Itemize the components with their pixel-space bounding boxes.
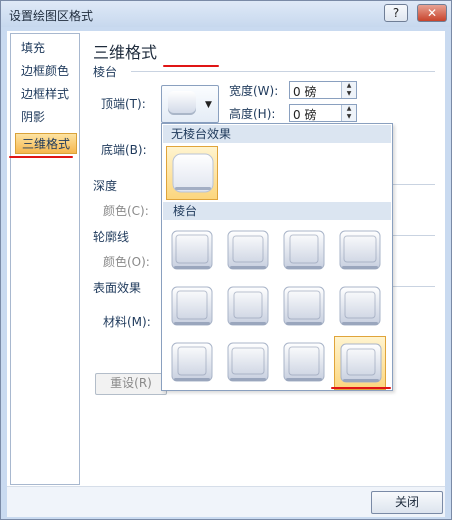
bevel-option-cross[interactable]	[278, 224, 330, 278]
bevel-option-circle[interactable]	[166, 224, 218, 278]
nav-item-fill[interactable]: 填充	[15, 38, 77, 59]
bevel-swatch-relaxed-inset-icon	[227, 230, 269, 270]
bevel-option-slope[interactable]	[334, 280, 386, 334]
nav-item-border-style[interactable]: 边框样式	[15, 84, 77, 105]
bevel-swatch-cool-slant-icon	[339, 230, 381, 270]
down-arrow-icon[interactable]: ▼	[342, 90, 356, 98]
contour-color-label: 颜色(O):	[103, 255, 150, 269]
nav-item-shadow[interactable]: 阴影	[15, 107, 77, 128]
window-close-button[interactable]: ✕	[417, 4, 447, 22]
height-spinner[interactable]: 0 磅 ▲ ▼	[289, 104, 357, 122]
bevel-option-hard-edge[interactable]	[278, 336, 330, 390]
page-title: 三维格式	[93, 43, 158, 62]
bevel-option-soft-round[interactable]	[222, 280, 274, 334]
annotation-underline	[9, 156, 73, 158]
bevel-swatch-divot-icon	[171, 342, 213, 382]
spinner-buttons[interactable]: ▲ ▼	[341, 82, 356, 98]
bevel-option-riblet[interactable]	[222, 336, 274, 390]
dialog-body: 填充 边框颜色 边框样式 阴影 三维格式 三维格式 棱台 顶端(T): ▼ 宽度…	[7, 31, 445, 515]
up-arrow-icon[interactable]: ▲	[342, 82, 356, 90]
bevel-swatch-cross-icon	[283, 230, 325, 270]
format-plot-area-dialog: 设置绘图区格式 ? ✕ 填充 边框颜色 边框样式 阴影 三维格式 三维格式 棱台…	[0, 0, 452, 520]
bevel-swatch-riblet-icon	[227, 342, 269, 382]
bevel-option-relaxed-inset[interactable]	[222, 224, 274, 278]
bevel-swatch-hard-edge-icon	[283, 342, 325, 382]
depth-color-label: 颜色(C):	[103, 204, 149, 218]
bevel-option-angle[interactable]	[166, 280, 218, 334]
width-value: 0 磅	[293, 85, 317, 99]
close-button[interactable]: 关闭	[371, 491, 443, 514]
bevel-option-convex[interactable]	[278, 280, 330, 334]
bevel-swatch-soft-round-icon	[227, 286, 269, 326]
divider	[387, 184, 435, 185]
bottom-label: 底端(B):	[101, 143, 147, 157]
depth-section-title: 深度	[93, 179, 118, 193]
bevel-swatch-angle-icon	[171, 286, 213, 326]
height-label: 高度(H):	[229, 107, 276, 121]
bevel-option-cool-slant[interactable]	[334, 224, 386, 278]
reset-button[interactable]: 重设(R)	[95, 373, 167, 395]
annotation-underline	[331, 387, 391, 389]
bevel-swatch-none-icon	[172, 153, 214, 193]
divider	[387, 286, 435, 287]
window-title: 设置绘图区格式	[9, 9, 94, 23]
contour-section-title: 轮廓线	[93, 230, 130, 244]
down-arrow-icon[interactable]: ▼	[342, 113, 356, 121]
category-list: 填充 边框颜色 边框样式 阴影 三维格式	[10, 33, 80, 485]
bevel-swatch-slope-icon	[339, 286, 381, 326]
top-label: 顶端(T):	[101, 97, 146, 111]
up-arrow-icon[interactable]: ▲	[342, 105, 356, 113]
annotation-underline	[163, 65, 219, 67]
surface-section-title: 表面效果	[93, 281, 142, 295]
top-bevel-dropdown[interactable]: ▼	[161, 85, 219, 123]
divider	[387, 235, 435, 236]
nav-item-3d-format[interactable]: 三维格式	[15, 133, 77, 154]
bevel-section-title: 棱台	[93, 65, 118, 79]
divider	[131, 71, 435, 72]
bevel-swatch-convex-icon	[283, 286, 325, 326]
bevel-swatch-circle-icon	[171, 230, 213, 270]
nav-item-border-color[interactable]: 边框颜色	[15, 61, 77, 82]
chevron-down-icon: ▼	[205, 100, 212, 110]
bevel-preview-thumbnail	[168, 91, 196, 115]
bevel-swatch-art-deco-icon	[340, 343, 382, 383]
material-label: 材料(M):	[103, 315, 151, 329]
dialog-footer: 关闭	[7, 486, 445, 517]
width-label: 宽度(W):	[229, 84, 279, 98]
bevel-gallery-popup: 无棱台效果 棱台	[161, 123, 393, 391]
bevel-header: 棱台	[163, 202, 391, 220]
spinner-buttons[interactable]: ▲ ▼	[341, 105, 356, 121]
no-bevel-option[interactable]	[166, 146, 218, 200]
title-bar: 设置绘图区格式 ? ✕	[1, 1, 451, 27]
no-bevel-header: 无棱台效果	[163, 125, 391, 143]
bevel-option-art-deco[interactable]	[334, 336, 386, 390]
help-button[interactable]: ?	[384, 4, 408, 22]
width-spinner[interactable]: 0 磅 ▲ ▼	[289, 81, 357, 99]
height-value: 0 磅	[293, 108, 317, 122]
bevel-option-divot[interactable]	[166, 336, 218, 390]
